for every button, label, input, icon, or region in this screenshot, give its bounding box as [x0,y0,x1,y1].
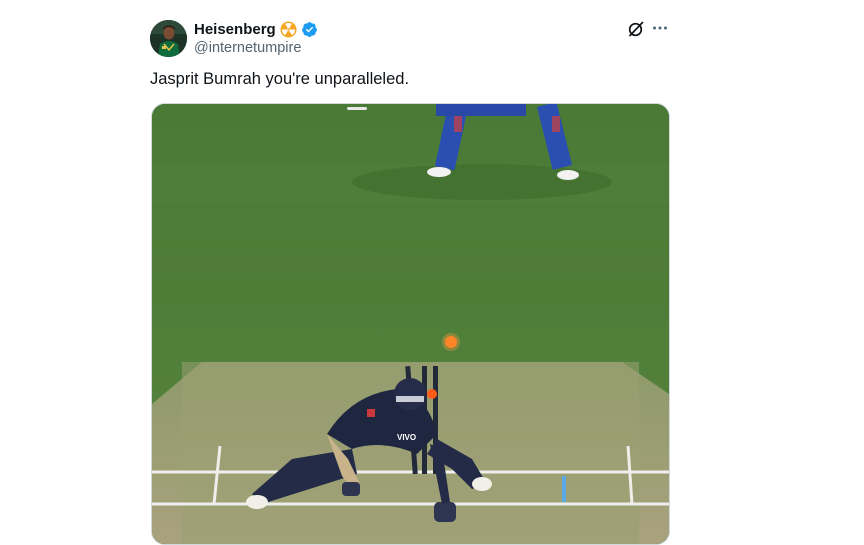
avatar-image [150,20,187,57]
more-icon[interactable] [651,19,669,37]
author-avatar[interactable] [150,20,187,57]
cricket-video-frame: VIVO [152,104,669,544]
author-handle[interactable]: @internetumpire [194,40,301,56]
tweet-media-video[interactable]: VIVO [151,103,670,545]
tweet-text: Jasprit Bumrah you're unparalleled. [150,70,410,88]
author-display-name[interactable]: Heisenberg [194,21,276,38]
verified-check-icon[interactable] [301,21,318,38]
author-name-row: Heisenberg [194,19,318,39]
tweet-card: Heisenberg @internetumpire Jasprit Bumra… [0,0,864,545]
svg-text:VIVO: VIVO [397,433,416,442]
grok-icon[interactable] [627,20,645,38]
radiation-badge-icon [280,21,297,38]
